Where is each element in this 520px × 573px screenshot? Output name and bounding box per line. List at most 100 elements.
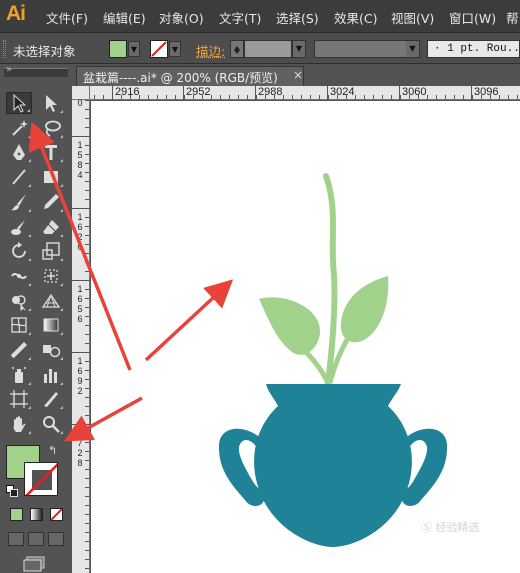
symbol-sprayer-tool-button[interactable]	[6, 364, 32, 386]
none-mode-button[interactable]	[50, 508, 63, 521]
h-ruler-label: 2952	[186, 86, 211, 98]
screen-mode-icon[interactable]	[22, 556, 46, 573]
pencil-tool-button[interactable]	[38, 191, 64, 213]
eyedropper-tool-button[interactable]	[6, 339, 32, 361]
menu-effect[interactable]: 效果(C)	[334, 8, 377, 27]
free-transform-tool-button[interactable]	[38, 265, 64, 287]
color-mode-button[interactable]	[10, 508, 23, 521]
rotate-tool-button[interactable]	[6, 240, 32, 262]
menu-object[interactable]: 对象(O)	[159, 8, 204, 27]
draw-normal-button[interactable]	[8, 532, 24, 546]
document-tab-title: 盆栽篇----.ai* @ 200% (RGB/预览)	[83, 71, 278, 85]
slice-tool-icon	[44, 392, 58, 408]
direct-selection-tool-button[interactable]	[38, 92, 64, 114]
direct-selection-tool-icon	[46, 95, 57, 112]
shape-builder-tool-button[interactable]	[6, 290, 32, 312]
perspective-grid-tool-icon	[41, 293, 61, 308]
type-tool-button[interactable]	[38, 141, 64, 163]
brush-definition-field[interactable]: · 1 pt. Rou..	[427, 40, 520, 58]
hand-tool-button[interactable]	[6, 413, 32, 435]
ruler-minor-tick	[175, 95, 176, 99]
ruler-minor-tick	[85, 262, 89, 263]
profile-dropdown[interactable]: ▼	[406, 41, 419, 57]
selection-tool-button[interactable]	[6, 92, 32, 114]
menu-view[interactable]: 视图(V)	[391, 8, 434, 27]
ruler-minor-tick	[490, 95, 491, 99]
magic-wand-tool-button[interactable]	[6, 117, 32, 139]
plant-stem	[323, 173, 338, 386]
rectangle-tool-button[interactable]	[38, 166, 64, 188]
rectangle-tool-icon	[44, 171, 58, 184]
perspective-grid-tool-button[interactable]	[38, 290, 64, 312]
menu-select[interactable]: 选择(S)	[276, 8, 319, 27]
scale-tool-button[interactable]	[38, 240, 64, 262]
draw-inside-button[interactable]	[48, 532, 64, 546]
ruler-minor-tick	[85, 397, 89, 398]
ruler-minor-tick	[85, 568, 89, 569]
swap-fill-stroke-icon[interactable]: ↰	[48, 444, 57, 457]
line-segment-tool-button[interactable]	[6, 166, 32, 188]
ruler-minor-tick	[85, 442, 89, 443]
toolbox-header[interactable]	[4, 64, 68, 77]
potted-plant-artwork[interactable]	[91, 101, 520, 573]
panel-grip[interactable]	[3, 40, 6, 58]
v-ruler-label: 1728	[77, 428, 83, 468]
paintbrush-tool-button[interactable]	[6, 191, 32, 213]
menu-help[interactable]: 帮	[506, 8, 519, 27]
ruler-minor-tick	[85, 100, 89, 101]
gradient-tool-button[interactable]	[38, 314, 64, 336]
variable-width-profile[interactable]	[314, 40, 420, 58]
document-tab-strip: 盆栽篇----.ai* @ 200% (RGB/预览) ×	[72, 64, 520, 86]
ruler-minor-tick	[220, 95, 221, 99]
lasso-tool-button[interactable]	[38, 117, 64, 139]
stroke-weight-input[interactable]	[244, 40, 292, 58]
column-graph-tool-button[interactable]	[38, 364, 64, 386]
ruler-minor-tick	[148, 95, 149, 99]
ruler-minor-tick	[400, 95, 401, 99]
artboard-tool-button[interactable]	[6, 388, 32, 410]
horizontal-ruler[interactable]: 2916 2952 2988 3024 3060 3096	[90, 86, 520, 100]
eraser-tool-button[interactable]	[38, 216, 64, 238]
pen-tool-button[interactable]	[6, 141, 32, 163]
pen-tool-icon	[13, 144, 25, 161]
ruler-minor-tick	[85, 271, 89, 272]
stroke-color-box[interactable]	[24, 462, 58, 496]
ruler-minor-tick	[85, 172, 89, 173]
default-fill-stroke-icon[interactable]	[6, 485, 18, 497]
width-tool-button[interactable]	[6, 265, 32, 287]
slice-tool-button[interactable]	[38, 388, 64, 410]
ruler-minor-tick	[364, 95, 365, 99]
stroke-label[interactable]: 描边:	[196, 41, 225, 60]
ruler-minor-tick	[85, 514, 89, 515]
ruler-minor-tick	[85, 109, 89, 110]
ruler-minor-tick	[346, 95, 347, 99]
blob-brush-tool-button[interactable]	[6, 216, 32, 238]
menu-file[interactable]: 文件(F)	[46, 8, 88, 27]
stroke-weight-dropdown[interactable]: ▼	[292, 40, 306, 58]
fill-dropdown[interactable]: ▼	[128, 41, 140, 57]
ruler-minor-tick	[202, 95, 203, 99]
draw-behind-button[interactable]	[28, 532, 44, 546]
zoom-tool-button[interactable]	[38, 413, 64, 435]
ruler-minor-tick	[85, 226, 89, 227]
stroke-dropdown[interactable]: ▼	[169, 41, 181, 57]
menu-window[interactable]: 窗口(W)	[449, 8, 496, 27]
menu-edit[interactable]: 编辑(E)	[103, 8, 146, 27]
blend-tool-button[interactable]	[38, 339, 64, 361]
close-icon[interactable]: ×	[293, 68, 303, 82]
v-ruler-label: 0	[77, 98, 83, 108]
document-tab[interactable]: 盆栽篇----.ai* @ 200% (RGB/预览) ×	[76, 66, 304, 86]
pencil-tool-icon	[44, 193, 59, 209]
gradient-mode-button[interactable]	[30, 508, 43, 521]
menu-type[interactable]: 文字(T)	[219, 8, 261, 27]
ruler-minor-tick	[85, 352, 89, 353]
ruler-minor-tick	[85, 487, 89, 488]
ruler-minor-tick	[436, 95, 437, 99]
stroke-color-swatch[interactable]	[150, 40, 168, 58]
stroke-weight-spinner[interactable]	[230, 40, 244, 58]
mesh-tool-button[interactable]	[6, 314, 32, 336]
artboard-canvas[interactable]: Ⓢ 经验精选	[91, 101, 520, 573]
shape-builder-tool-icon	[12, 294, 26, 311]
vertical-ruler[interactable]: 0 1584 1620 1656 1692 1728	[72, 98, 90, 573]
fill-color-swatch[interactable]	[109, 40, 127, 58]
